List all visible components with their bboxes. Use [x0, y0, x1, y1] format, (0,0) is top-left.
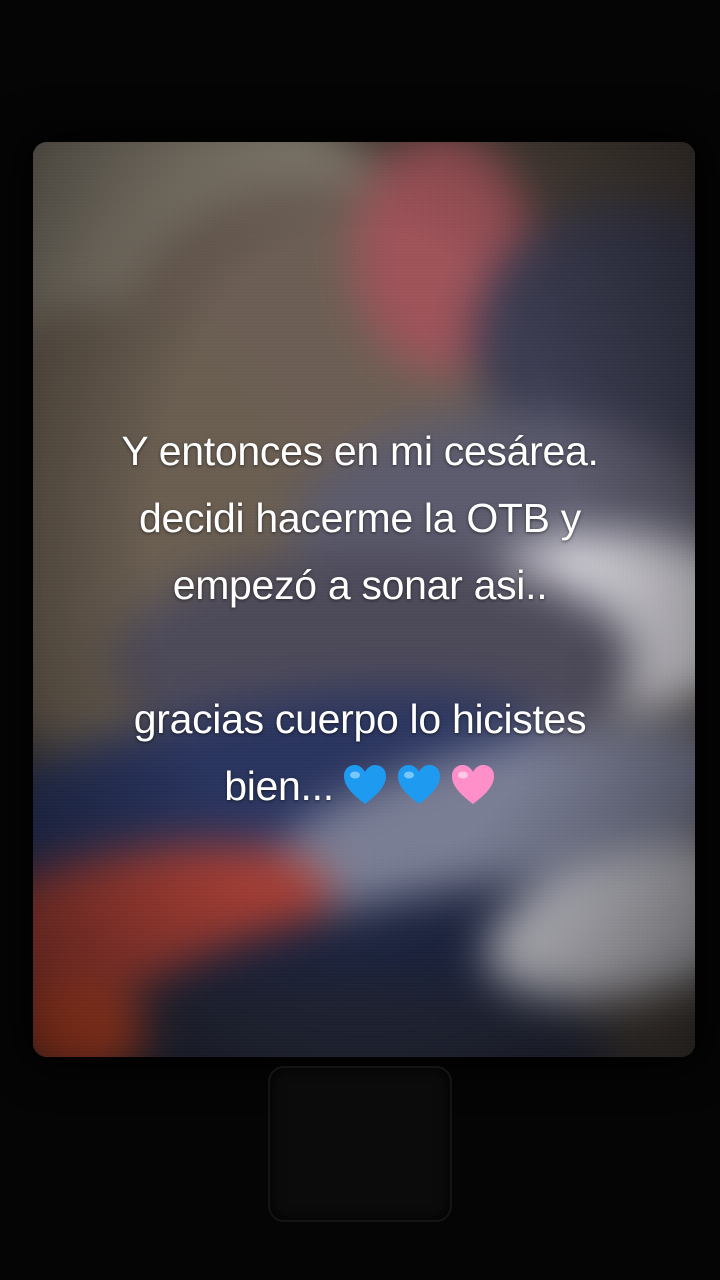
blue-heart-icon: [342, 764, 388, 806]
caption-line-3: empezó a sonar asi..: [172, 562, 548, 608]
caption-line-5-with-hearts: bien...: [60, 753, 660, 820]
caption-line-5: bien...: [224, 763, 334, 809]
pink-heart-icon: [450, 764, 496, 806]
blue-heart-icon: [396, 764, 442, 806]
caption-line-1: Y entonces en mi cesárea.: [121, 428, 599, 474]
device-camera-slot: [268, 1066, 452, 1222]
overlay-caption: Y entonces en mi cesárea. decidi hacerme…: [60, 418, 660, 820]
video-frame: Y entonces en mi cesárea. decidi hacerme…: [0, 0, 720, 1280]
caption-line-2: decidi hacerme la OTB y: [139, 495, 581, 541]
caption-line-4: gracias cuerpo lo hicistes: [133, 696, 587, 742]
